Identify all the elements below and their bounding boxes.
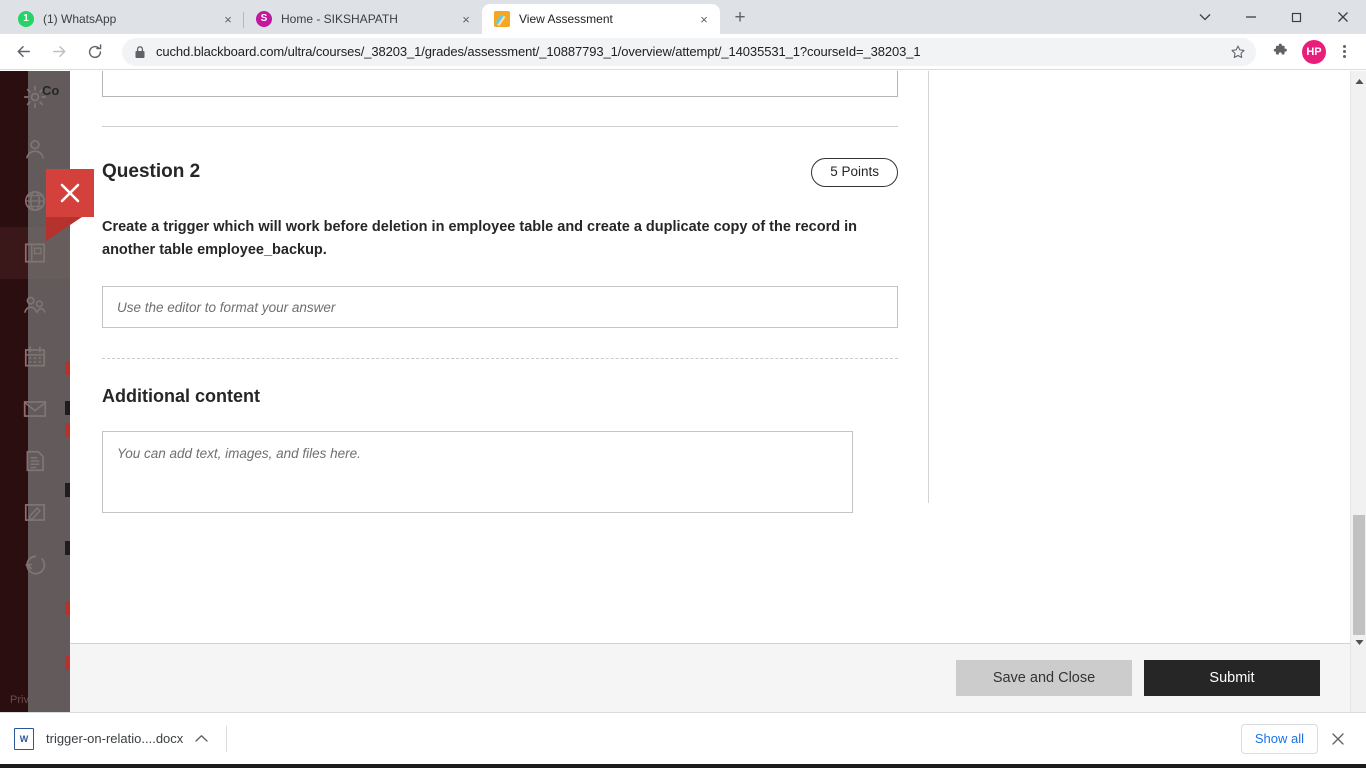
- question-title: Question 2: [102, 161, 201, 183]
- chevron-up-icon[interactable]: [195, 734, 208, 743]
- page-viewport: Priv Co Question 2 5 Points Create a tri…: [0, 71, 1366, 712]
- additional-content-placeholder: You can add text, images, and files here…: [117, 446, 361, 462]
- question-column: Question 2 5 Points Create a trigger whi…: [102, 71, 898, 514]
- tab-close-icon[interactable]: ×: [456, 9, 476, 29]
- browser-titlebar: 1 (1) WhatsApp × S Home - SIKSHAPATH × V…: [0, 0, 1366, 34]
- maximize-icon[interactable]: [1274, 0, 1320, 34]
- os-taskbar: [0, 764, 1366, 768]
- download-file-name: trigger-on-relatio....docx: [46, 731, 184, 746]
- shelf-separator: [226, 725, 228, 752]
- tab-close-icon[interactable]: ×: [218, 9, 238, 29]
- browser-window: 1 (1) WhatsApp × S Home - SIKSHAPATH × V…: [0, 0, 1366, 768]
- tab-sikshapath[interactable]: S Home - SIKSHAPATH ×: [243, 4, 482, 34]
- section-divider: [102, 126, 898, 127]
- chevron-down-icon[interactable]: [1182, 0, 1228, 34]
- reload-icon[interactable]: [80, 37, 110, 67]
- download-item[interactable]: W trigger-on-relatio....docx: [14, 727, 208, 750]
- show-all-button[interactable]: Show all: [1240, 723, 1318, 754]
- assessment-pencil-icon: [494, 11, 510, 27]
- question-header: Question 2 5 Points: [102, 158, 898, 187]
- tab-strip: 1 (1) WhatsApp × S Home - SIKSHAPATH × V…: [0, 0, 754, 34]
- assessment-panel: Question 2 5 Points Create a trigger whi…: [70, 71, 1350, 712]
- assessment-footer: Save and Close Submit: [70, 643, 1350, 712]
- page-dim-overlay: [28, 71, 70, 712]
- shelf-actions: Show all: [1240, 723, 1352, 754]
- address-bar[interactable]: cuchd.blackboard.com/ultra/courses/_3820…: [122, 37, 1256, 66]
- close-icon[interactable]: [1320, 0, 1366, 34]
- tab-title: View Assessment: [519, 12, 613, 26]
- url-text: cuchd.blackboard.com/ultra/courses/_3820…: [156, 44, 921, 59]
- minimize-icon[interactable]: [1228, 0, 1274, 34]
- star-icon[interactable]: [1230, 44, 1246, 60]
- scroll-down-icon[interactable]: [1351, 634, 1366, 650]
- additional-content-editor[interactable]: You can add text, images, and files here…: [102, 431, 853, 514]
- additional-content-title: Additional content: [102, 386, 260, 407]
- scroll-up-icon[interactable]: [1351, 73, 1366, 89]
- three-dot-menu-icon[interactable]: [1330, 38, 1358, 66]
- sikshapath-icon: S: [256, 11, 272, 27]
- browser-toolbar: cuchd.blackboard.com/ultra/courses/_3820…: [0, 34, 1366, 70]
- download-shelf: W trigger-on-relatio....docx Show all: [0, 712, 1366, 764]
- column-divider: [928, 71, 929, 503]
- answer-editor[interactable]: Use the editor to format your answer: [102, 286, 898, 329]
- tab-view-assessment[interactable]: View Assessment ×: [482, 4, 720, 34]
- tab-title: (1) WhatsApp: [43, 12, 117, 26]
- back-arrow-icon[interactable]: [8, 37, 38, 67]
- submit-button[interactable]: Submit: [1144, 660, 1320, 696]
- dotted-divider: [102, 358, 898, 360]
- word-document-icon: W: [14, 727, 34, 750]
- answer-editor-placeholder: Use the editor to format your answer: [117, 299, 336, 315]
- tab-title: Home - SIKSHAPATH: [281, 12, 398, 26]
- lock-icon: [134, 45, 146, 59]
- question-text: Create a trigger which will work before …: [102, 218, 857, 259]
- window-controls: [1182, 0, 1366, 34]
- page-scrollbar[interactable]: [1350, 71, 1366, 712]
- scrollbar-thumb[interactable]: [1353, 515, 1365, 635]
- close-badge-tail: [46, 217, 82, 241]
- profile-avatar[interactable]: HP: [1302, 39, 1326, 64]
- close-overlay-icon[interactable]: [46, 169, 94, 217]
- previous-answer-box[interactable]: [102, 71, 898, 97]
- shelf-close-icon[interactable]: [1324, 725, 1352, 753]
- save-and-close-button[interactable]: Save and Close: [956, 660, 1132, 696]
- whatsapp-icon: 1: [18, 11, 34, 27]
- new-tab-button[interactable]: +: [726, 4, 754, 32]
- tab-whatsapp[interactable]: 1 (1) WhatsApp ×: [6, 4, 244, 34]
- points-badge: 5 Points: [811, 158, 898, 187]
- tab-close-icon[interactable]: ×: [694, 9, 714, 29]
- assessment-body: Question 2 5 Points Create a trigger whi…: [70, 71, 1350, 643]
- forward-arrow-icon: [44, 37, 74, 67]
- puzzle-icon[interactable]: [1266, 38, 1294, 66]
